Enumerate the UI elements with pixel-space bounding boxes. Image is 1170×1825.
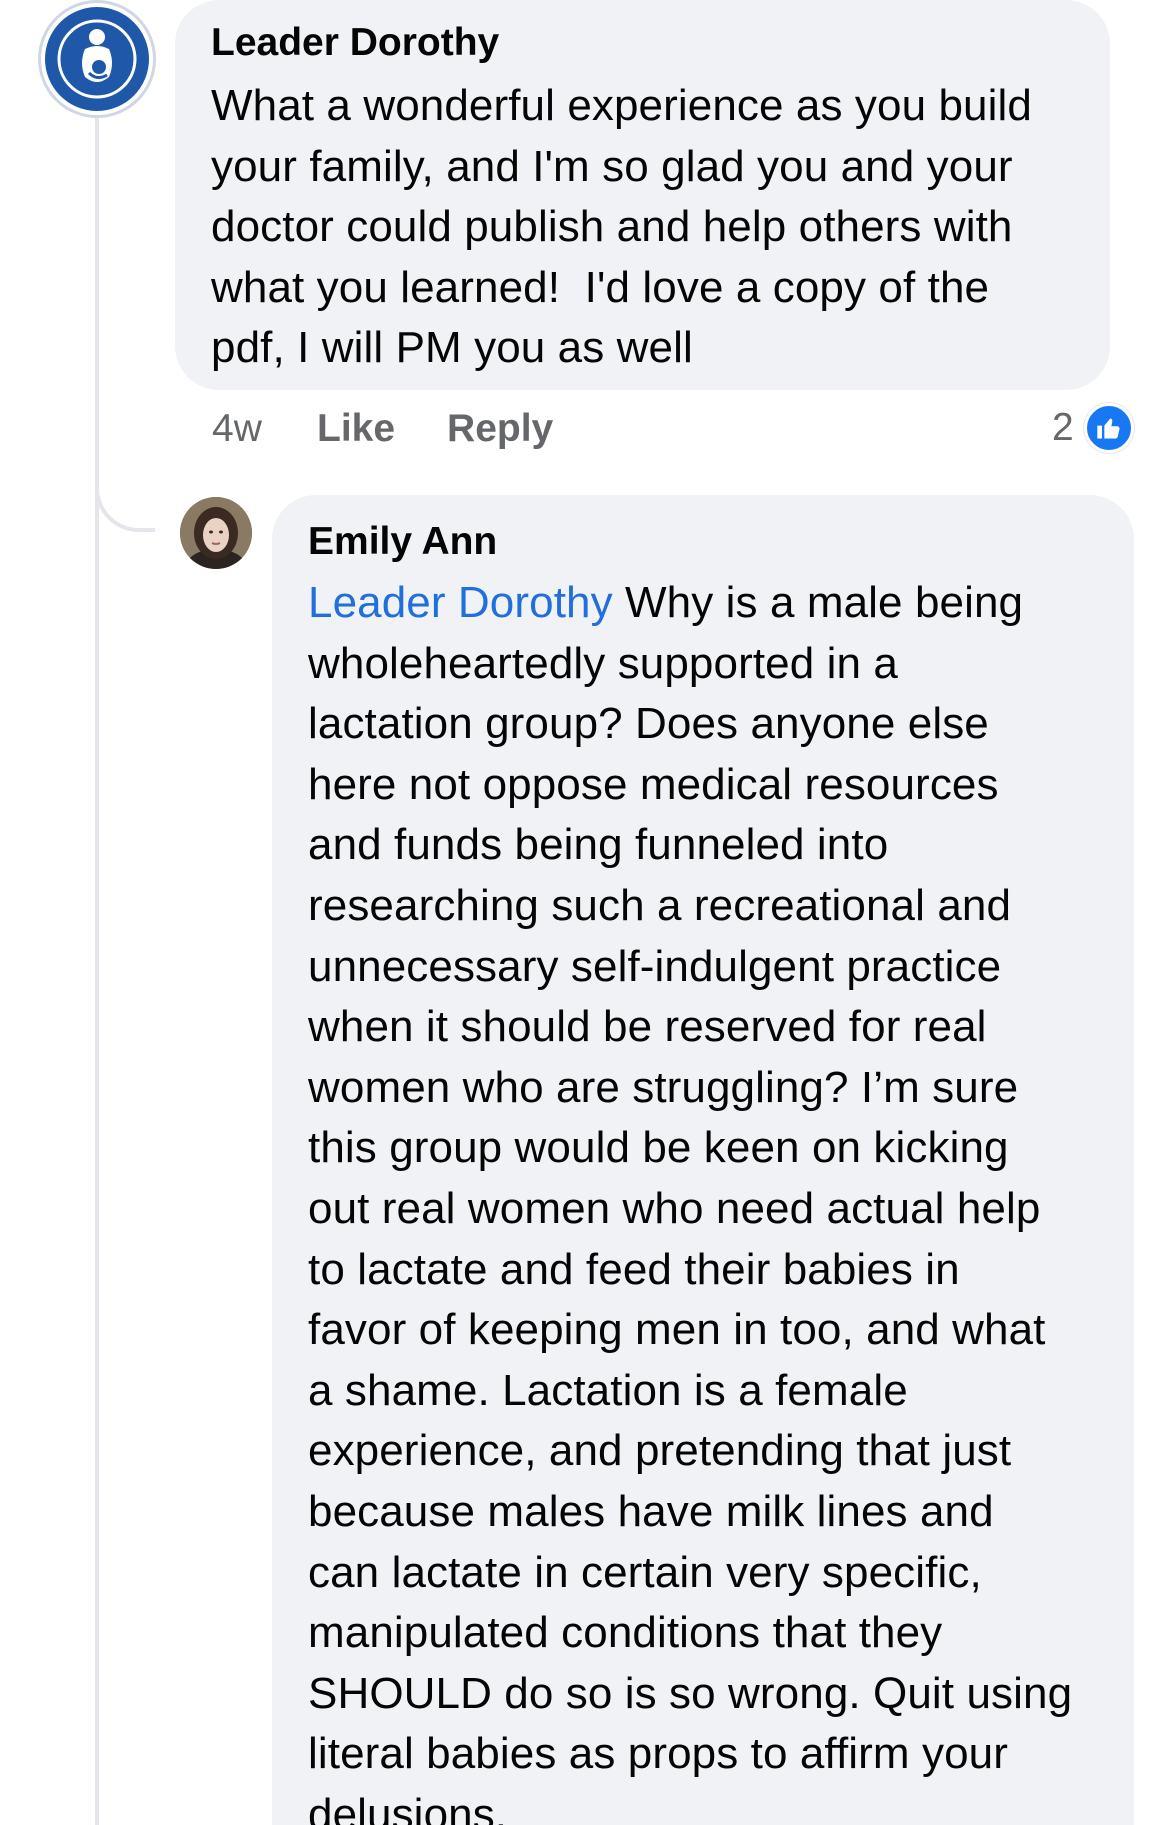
comment-text-line: to lactate and feed their babies in [308, 1244, 960, 1294]
comment-bubble: Leader Dorothy What a wonderful experien… [175, 0, 1110, 390]
comment-text-line: a shame. Lactation is a female [308, 1365, 908, 1415]
comment-text-line: wholeheartedly supported in a [308, 638, 898, 688]
like-button[interactable]: Like [317, 407, 395, 451]
comment-text-line: experience, and pretending that just [308, 1426, 1012, 1476]
comment-text-line: what you learned! I'd love a copy of the [211, 262, 990, 312]
comment-author[interactable]: Leader Dorothy [211, 20, 1074, 66]
avatar[interactable] [38, 0, 156, 118]
comment-text-line: manipulated conditions that they [308, 1608, 943, 1658]
comment-text-line: your family, and I'm so glad you and you… [211, 141, 1013, 191]
comment-text-line: and funds being funneled into [308, 820, 889, 870]
comment-text-line: favor of keeping men in too, and what [308, 1305, 1046, 1355]
comment-text-line: lactation group? Does anyone else [308, 699, 989, 749]
mention-link[interactable]: Leader Dorothy [308, 578, 613, 627]
comment-text-line: here not oppose medical resources [308, 759, 999, 809]
thread-connector-line [95, 118, 99, 1825]
comment-text-line: unnecessary self-indulgent practice [308, 941, 1002, 991]
comment-text-line: SHOULD do so is so wrong. Quit using [308, 1668, 1073, 1718]
comment-thread: Leader Dorothy What a wonderful experien… [0, 0, 1170, 1825]
comment-text-line: delusions. [308, 1789, 508, 1825]
reply-button[interactable]: Reply [447, 407, 553, 451]
comment-text-line: pdf, I will PM you as well [211, 323, 693, 373]
reaction-count: 2 [1052, 406, 1074, 449]
comment-text-line: literal babies as props to affirm your [308, 1729, 1008, 1779]
thumbs-up-icon [1083, 403, 1134, 453]
comment-text-line: this group would be keen on kicking [308, 1123, 1009, 1173]
comment-timestamp[interactable]: 4w [212, 407, 317, 451]
comment-text-line: can lactate in certain very specific, [308, 1547, 982, 1597]
comment-bubble: Emily Ann Leader Dorothy Why is a male b… [272, 495, 1134, 1825]
comment-text-line: doctor could publish and help others wit… [211, 202, 1013, 252]
reaction-summary[interactable]: 2 [1052, 400, 1134, 456]
thread-connector-curve [95, 440, 155, 532]
avatar[interactable] [180, 497, 252, 569]
comment-text-line: women who are struggling? I’m sure [308, 1062, 1019, 1112]
comment-text-line: researching such a recreational and [308, 880, 1012, 930]
comment-text: What a wonderful experience as you build… [211, 76, 1074, 379]
comment-text: Leader Dorothy Why is a male being whole… [308, 573, 1098, 1825]
comment-text-line: Leader Dorothy Why is a male being [308, 573, 1098, 634]
comment-text-line: when it should be reserved for real [308, 1002, 987, 1052]
comment-text-line: What a wonderful experience as you build [211, 81, 1032, 130]
comment-text-line: because males have milk lines and [308, 1486, 994, 1536]
mother-child-logo-icon [45, 7, 149, 111]
comment-actions: 4w Like Reply [212, 403, 605, 455]
comment-text-line: out real women who need actual help [308, 1183, 1041, 1233]
comment-text-fragment: Why is a male being [612, 578, 1024, 627]
comment-author[interactable]: Emily Ann [308, 519, 1098, 565]
